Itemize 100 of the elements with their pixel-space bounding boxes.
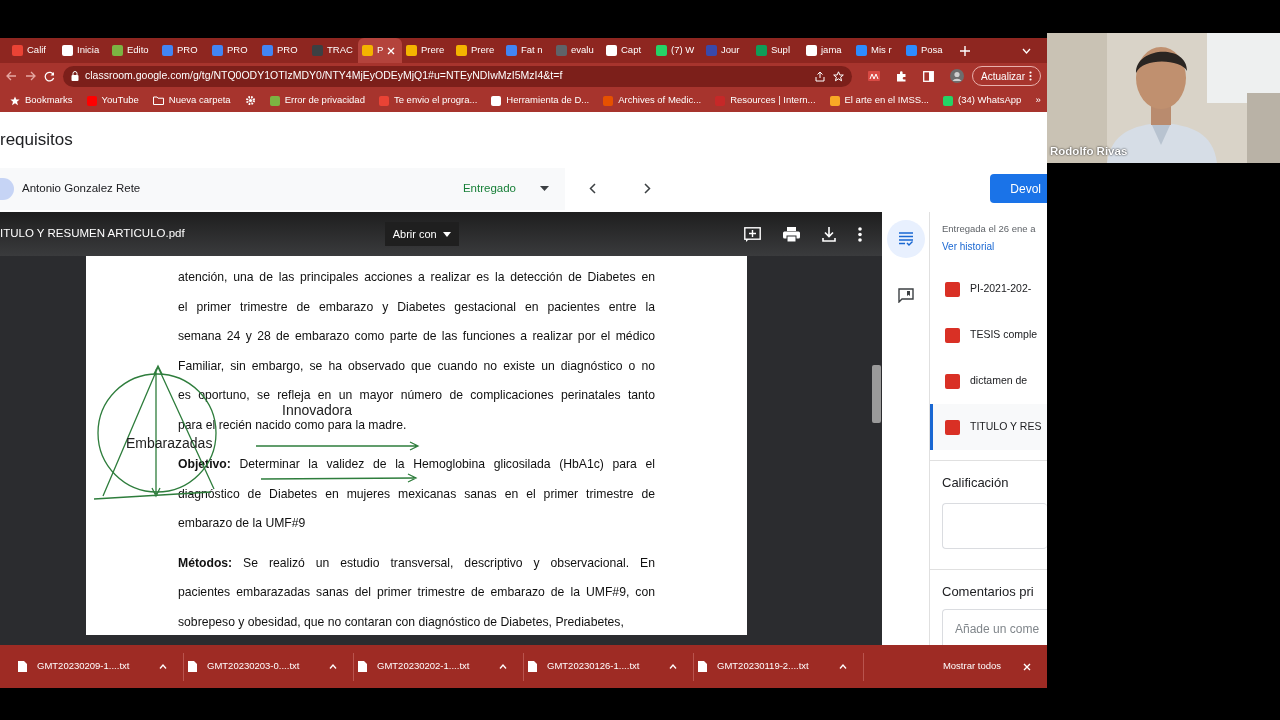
chevron-up-icon <box>159 664 167 669</box>
paragraph-line: embarazo de la UMF#9 <box>178 516 307 530</box>
browser-tab[interactable]: PRO <box>158 38 208 63</box>
lock-icon <box>71 71 79 81</box>
extension-icon[interactable] <box>868 71 881 81</box>
close-icon[interactable] <box>387 46 396 55</box>
new-tab-icon[interactable] <box>960 45 970 56</box>
chevron-up-icon <box>329 664 337 669</box>
star-icon[interactable] <box>833 70 845 82</box>
paragraph-line: el primer trimestre de embarazo y Diabetes gestacional en pacientes entre la <box>178 299 655 314</box>
browser-tab[interactable]: Inicia <box>58 38 108 63</box>
bookmark[interactable]: Bookmarks <box>10 93 73 108</box>
submission-date: Entregada el 26 ene a <box>941 222 1037 236</box>
bookmark[interactable]: Resources | Intern... <box>715 93 816 108</box>
file-item[interactable]: TITULO Y RES <box>930 404 1047 451</box>
star-icon <box>10 95 20 106</box>
open-with-button[interactable]: Abrir con <box>384 222 459 246</box>
comments-heading: Comentarios pri <box>930 568 1047 600</box>
file-item[interactable]: dictamen de <box>930 358 1047 405</box>
file-icon <box>18 661 27 672</box>
close-icon[interactable] <box>1023 662 1031 671</box>
file-icon <box>188 661 197 672</box>
chevron-down-icon[interactable] <box>1022 47 1031 54</box>
more-icon[interactable] <box>858 226 862 242</box>
comment-field[interactable]: Añade un come <box>942 609 1047 645</box>
file-item[interactable]: TESIS comple <box>930 312 1047 359</box>
bookmarks-overflow-button[interactable]: » <box>1035 93 1041 108</box>
chevron-up-icon <box>669 664 677 669</box>
sidebar-icon[interactable] <box>923 70 935 82</box>
browser-tab[interactable]: TRAC <box>308 38 358 63</box>
grade-heading: Calificación <box>930 460 1047 491</box>
browser-tab[interactable]: jama <box>802 38 852 63</box>
student-selector[interactable]: Antonio Gonzalez Rete Entregado <box>0 167 565 210</box>
browser-tab[interactable]: Posa <box>902 38 952 63</box>
browser-tab[interactable]: PRO <box>208 38 258 63</box>
paragraph-line: diagnóstico de Diabetes en mujeres mexicanas sanas en el primer trimestre de <box>178 486 655 501</box>
file-item[interactable]: PI-2021-202- <box>930 266 1047 313</box>
paragraph-line: Familiar, sin embargo, se ha observado que cuando no existe un diagnóstico o no <box>178 358 655 373</box>
browser-tab[interactable]: Capt <box>602 38 652 63</box>
previous-icon[interactable] <box>589 183 596 194</box>
caret-icon <box>442 231 451 237</box>
puzzle-icon[interactable] <box>896 70 908 82</box>
browser-tab[interactable]: Supl <box>752 38 802 63</box>
bookmark[interactable]: YouTube <box>86 93 139 108</box>
bookmark[interactable]: Error de privacidad <box>269 93 365 108</box>
paragraph-line: pacientes embarazadas sanas del primer trimestre de embarazo de la UMF#9, con <box>178 585 655 599</box>
file-icon <box>698 661 707 672</box>
participant-name: Rodolfo Rivas <box>1050 143 1128 159</box>
handwritten-note: Innovadora <box>282 403 353 417</box>
show-all-button[interactable]: Mostrar todos <box>936 658 1007 675</box>
pdf-icon <box>945 373 960 389</box>
browser-tab[interactable]: Fat n <box>502 38 552 63</box>
page-title: requisitos <box>0 129 74 151</box>
pdf-icon <box>945 327 960 343</box>
more-icon <box>1029 71 1032 81</box>
paragraph-line: sobrepeso y obesidad, que no contaran con diagnóstico de Diabetes, Prediabetes, <box>178 614 625 629</box>
browser-tab[interactable]: Prere <box>452 38 502 63</box>
bookmark[interactable]: Herramienta de D... <box>491 93 590 108</box>
browser-tab[interactable]: (7) W <box>652 38 702 63</box>
next-icon[interactable] <box>644 183 651 194</box>
comment-icon <box>897 287 914 303</box>
pdf-icon <box>945 281 960 297</box>
download-item[interactable]: GMT20230202-1....txt <box>354 652 524 681</box>
folder-icon <box>152 96 164 105</box>
download-item[interactable]: GMT20230126-1....txt <box>524 652 694 681</box>
browser-tab[interactable]: P <box>358 38 402 63</box>
file-icon <box>358 661 367 672</box>
bookmark[interactable]: (34) WhatsApp <box>943 93 1022 108</box>
bookmark[interactable]: El arte en el IMSS... <box>829 93 929 108</box>
download-icon[interactable] <box>822 226 836 242</box>
forward-icon[interactable] <box>25 71 36 81</box>
reload-icon[interactable] <box>44 70 55 82</box>
avatar-icon <box>0 177 14 200</box>
pdf-icon <box>945 419 960 435</box>
browser-tab[interactable]: PRO <box>258 38 308 63</box>
scrollbar-thumb[interactable] <box>872 365 881 423</box>
print-icon[interactable] <box>783 226 800 242</box>
share-icon[interactable] <box>815 70 826 82</box>
bookmark[interactable]: Te envio el progra... <box>378 93 478 108</box>
browser-tab[interactable]: evalu <box>552 38 602 63</box>
download-item[interactable]: GMT20230119-2....txt <box>694 652 864 681</box>
gear-icon[interactable] <box>244 95 256 106</box>
browser-tab[interactable]: Calif <box>8 38 58 63</box>
browser-tab[interactable]: Jour <box>702 38 752 63</box>
history-link[interactable]: Ver historial <box>930 236 1047 255</box>
address-bar[interactable]: classroom.google.com/g/tg/NTQ0ODY1OTIzMDY0/NTY4MjEyODEyMjQ1#u=NTEyNDIwMzI5MzI4&t=f <box>63 65 853 87</box>
return-button[interactable]: Devol <box>990 174 1047 203</box>
caret-icon <box>540 186 549 191</box>
download-item[interactable]: GMT20230203-0....txt <box>184 652 354 681</box>
profile-avatar-icon[interactable] <box>950 69 965 83</box>
add-comment-icon[interactable] <box>744 226 761 242</box>
browser-tab[interactable]: Prere <box>402 38 452 63</box>
back-icon[interactable] <box>6 71 17 81</box>
details-tab[interactable] <box>886 220 925 258</box>
bookmark[interactable]: Nueva carpeta <box>152 93 231 108</box>
download-item[interactable]: GMT20230209-1....txt <box>14 652 184 681</box>
chevron-up-icon <box>499 664 507 669</box>
bookmark[interactable]: Archives of Medic... <box>603 93 702 108</box>
browser-tab[interactable]: Mis r <box>852 38 902 63</box>
browser-tab[interactable]: Edito <box>108 38 158 63</box>
